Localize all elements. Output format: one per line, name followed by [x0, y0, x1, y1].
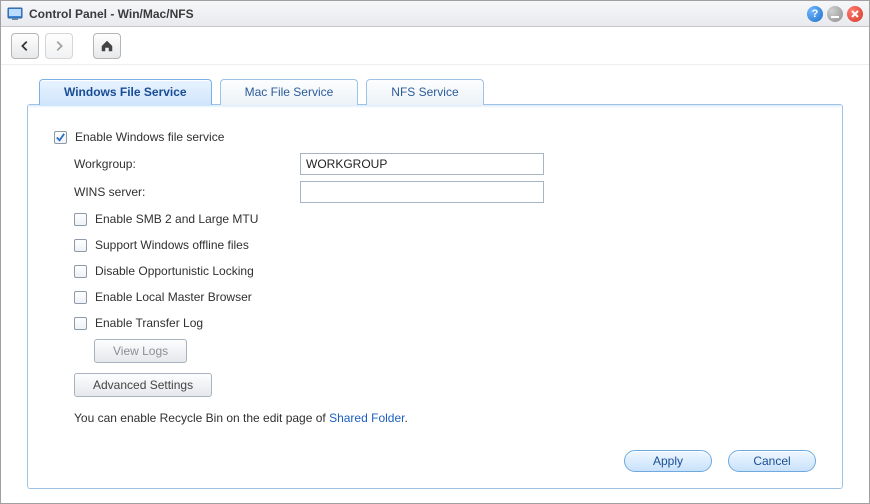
content-area: Windows File Service Mac File Service NF… — [1, 65, 869, 503]
view-logs-button[interactable]: View Logs — [94, 339, 187, 363]
transfer-log-row: Enable Transfer Log — [74, 313, 816, 333]
titlebar: Control Panel - Win/Mac/NFS ? — [1, 1, 869, 27]
hint-prefix: You can enable Recycle Bin on the edit p… — [74, 411, 329, 425]
workgroup-label: Workgroup: — [74, 157, 300, 171]
tab-windows-file-service[interactable]: Windows File Service — [39, 79, 212, 105]
tab-nfs-service[interactable]: NFS Service — [366, 79, 483, 105]
master-browser-label: Enable Local Master Browser — [95, 287, 252, 307]
workgroup-row: Workgroup: — [74, 153, 816, 175]
shared-folder-link[interactable]: Shared Folder — [329, 411, 404, 425]
workgroup-input[interactable] — [300, 153, 544, 175]
wins-label: WINS server: — [74, 185, 300, 199]
help-button[interactable]: ? — [807, 6, 823, 22]
window-title: Control Panel - Win/Mac/NFS — [29, 7, 807, 21]
apply-button[interactable]: Apply — [624, 450, 712, 472]
offline-label: Support Windows offline files — [95, 235, 249, 255]
smb2-checkbox[interactable] — [74, 213, 87, 226]
recycle-bin-hint: You can enable Recycle Bin on the edit p… — [74, 411, 816, 425]
title-controls: ? — [807, 6, 863, 22]
nav-home-button[interactable] — [93, 33, 121, 59]
oplock-checkbox[interactable] — [74, 265, 87, 278]
transfer-log-label: Enable Transfer Log — [95, 313, 203, 333]
smb2-label: Enable SMB 2 and Large MTU — [95, 209, 258, 229]
tabstrip: Windows File Service Mac File Service NF… — [27, 79, 843, 105]
close-button[interactable] — [847, 6, 863, 22]
enable-windows-row: Enable Windows file service — [54, 127, 816, 147]
wins-input[interactable] — [300, 181, 544, 203]
oplock-row: Disable Opportunistic Locking — [74, 261, 816, 281]
cancel-button[interactable]: Cancel — [728, 450, 816, 472]
master-browser-checkbox[interactable] — [74, 291, 87, 304]
advanced-settings-button[interactable]: Advanced Settings — [74, 373, 212, 397]
window: Control Panel - Win/Mac/NFS ? Windows Fi… — [0, 0, 870, 504]
enable-windows-checkbox[interactable] — [54, 131, 67, 144]
smb2-row: Enable SMB 2 and Large MTU — [74, 209, 816, 229]
tab-mac-file-service[interactable]: Mac File Service — [220, 79, 359, 105]
enable-windows-label: Enable Windows file service — [75, 127, 224, 147]
master-browser-row: Enable Local Master Browser — [74, 287, 816, 307]
oplock-label: Disable Opportunistic Locking — [95, 261, 254, 281]
offline-checkbox[interactable] — [74, 239, 87, 252]
minimize-button[interactable] — [827, 6, 843, 22]
tab-panel: Enable Windows file service Workgroup: W… — [27, 104, 843, 489]
nav-back-button[interactable] — [11, 33, 39, 59]
app-icon — [7, 6, 23, 22]
transfer-log-checkbox[interactable] — [74, 317, 87, 330]
footer-buttons: Apply Cancel — [54, 440, 816, 472]
wins-row: WINS server: — [74, 181, 816, 203]
nav-forward-button[interactable] — [45, 33, 73, 59]
nav-toolbar — [1, 27, 869, 65]
offline-row: Support Windows offline files — [74, 235, 816, 255]
hint-suffix: . — [404, 411, 407, 425]
